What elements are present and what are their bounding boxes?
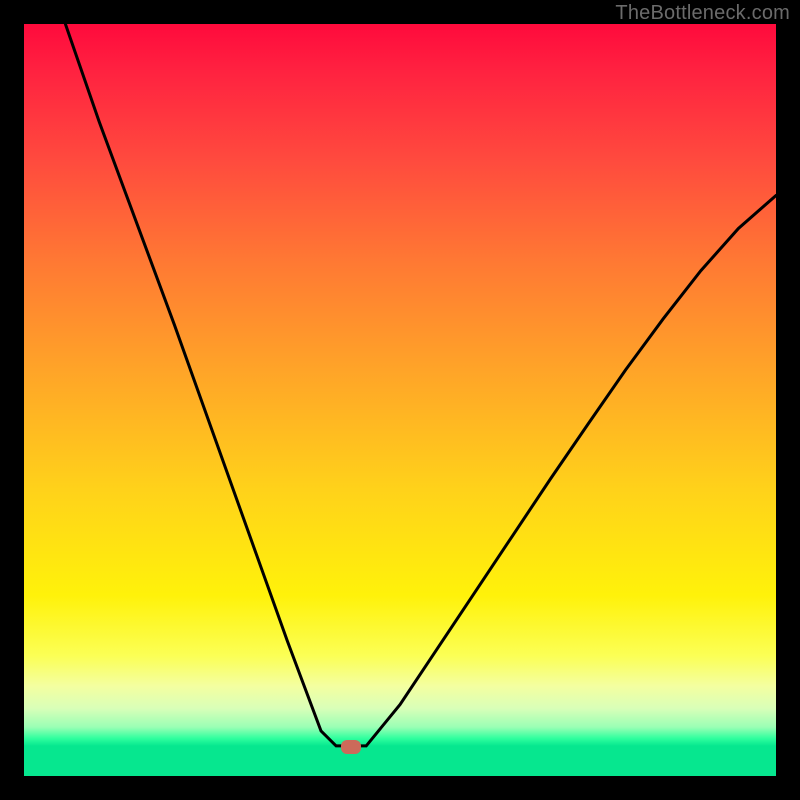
chart-stage: TheBottleneck.com: [0, 0, 800, 800]
bottleneck-curve: [24, 24, 776, 776]
optimal-point-marker: [341, 740, 361, 754]
watermark-text: TheBottleneck.com: [615, 2, 790, 25]
plot-area: [24, 24, 776, 776]
